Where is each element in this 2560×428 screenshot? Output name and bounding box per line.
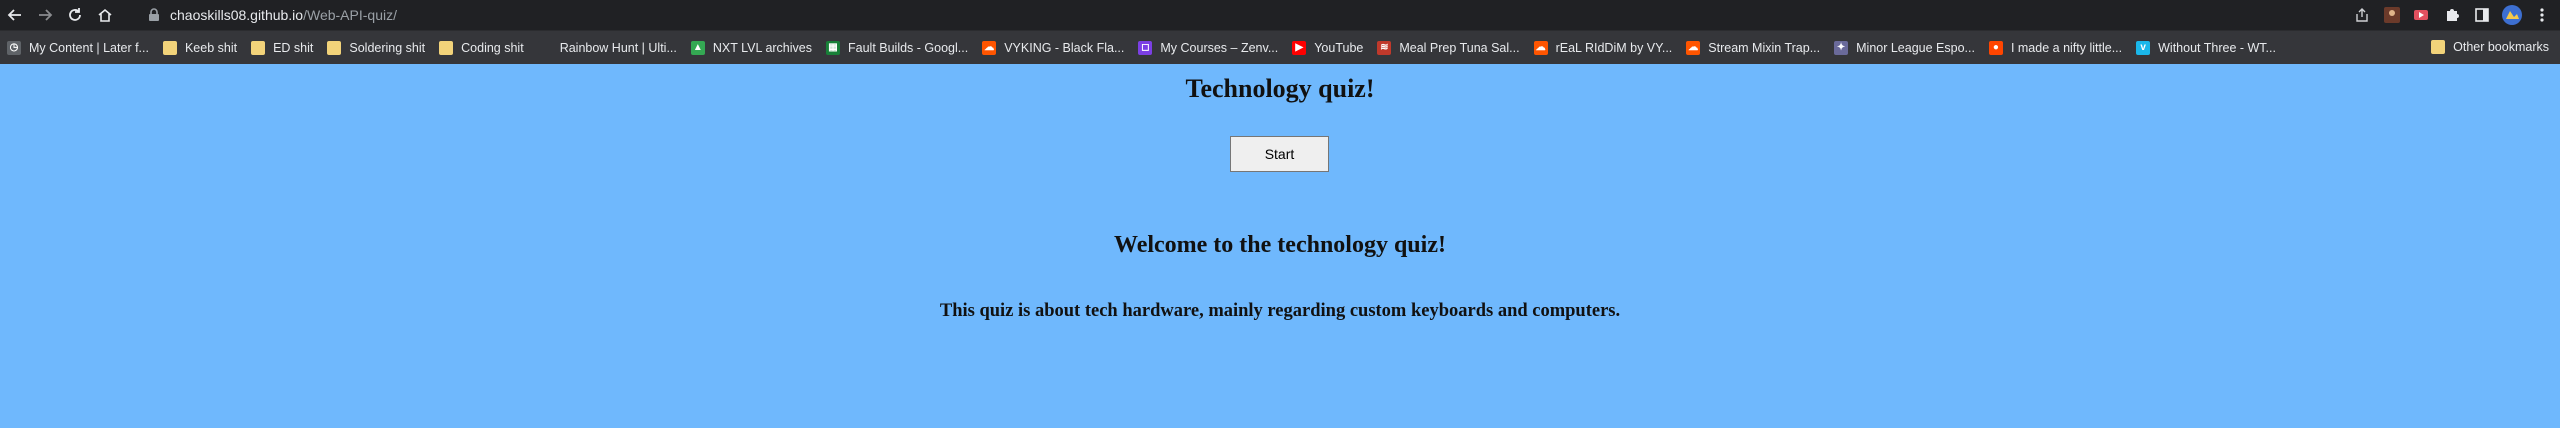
- recipe-icon: ≋: [1377, 40, 1392, 55]
- side-panel-icon[interactable]: [2472, 5, 2492, 25]
- bookmark-label: YouTube: [1314, 40, 1364, 55]
- later-icon: ◷: [7, 40, 21, 55]
- mle-icon: ✦: [1834, 40, 1849, 55]
- browser-toolbar: chaoskills08.github.io/Web-API-quiz/: [0, 0, 2560, 30]
- bookmark-label: Minor League Espo...: [1856, 40, 1975, 55]
- bookmark-label: Keeb shit: [184, 40, 238, 55]
- bookmark-label: I made a nifty little...: [2010, 40, 2123, 55]
- reload-icon: [69, 8, 81, 21]
- bookmark-item[interactable]: Rainbow Hunt | Ulti...: [531, 35, 684, 61]
- bookmark-item[interactable]: ◷ My Content | Later f...: [0, 35, 156, 61]
- bookmark-item[interactable]: Coding shit: [432, 35, 531, 61]
- address-bar[interactable]: chaoskills08.github.io/Web-API-quiz/: [140, 2, 2410, 28]
- bookmark-label: Rainbow Hunt | Ulti...: [559, 40, 677, 55]
- forward-button[interactable]: [30, 0, 60, 30]
- zenva-icon: ◻: [1138, 40, 1153, 55]
- url-path: /Web-API-quiz/: [303, 7, 397, 23]
- home-icon: [98, 8, 112, 22]
- bookmark-item[interactable]: v Without Three - WT...: [2129, 35, 2283, 61]
- bookmark-label: Meal Prep Tuna Sal...: [1399, 40, 1520, 55]
- reload-button[interactable]: [60, 0, 90, 30]
- bookmark-label: My Courses – Zenv...: [1160, 40, 1279, 55]
- folder-icon: [162, 40, 177, 55]
- bookmark-item[interactable]: ☁ Stream Mixin Trap...: [1679, 35, 1827, 61]
- quiz-description: This quiz is about tech hardware, mainly…: [939, 301, 1621, 321]
- share-icon[interactable]: [2352, 5, 2372, 25]
- bookmark-item[interactable]: ▦ Fault Builds - Googl...: [819, 35, 975, 61]
- back-button[interactable]: [0, 0, 30, 30]
- menu-dots-icon[interactable]: [2532, 5, 2552, 25]
- bookmark-item[interactable]: ◻ My Courses – Zenv...: [1131, 35, 1285, 61]
- vimeo-icon: v: [2136, 40, 2151, 55]
- bookmark-label: Without Three - WT...: [2158, 40, 2276, 55]
- bookmark-item[interactable]: ☁ VYKING - Black Fla...: [975, 35, 1131, 61]
- home-button[interactable]: [90, 0, 120, 30]
- bookmark-item[interactable]: ✦ Minor League Espo...: [1827, 35, 1982, 61]
- bookmark-item[interactable]: ▲ NXT LVL archives: [684, 35, 819, 61]
- folder-icon: [2431, 40, 2446, 54]
- profile-avatar-icon[interactable]: [2502, 5, 2522, 25]
- bookmark-item[interactable]: ≋ Meal Prep Tuna Sal...: [1370, 35, 1526, 61]
- back-arrow-icon: [7, 9, 21, 21]
- reddit-icon: ●: [1988, 40, 2003, 55]
- other-bookmarks-button[interactable]: Other bookmarks: [2424, 34, 2556, 60]
- bookmark-item[interactable]: ● I made a nifty little...: [1982, 35, 2129, 61]
- bookmark-label: VYKING - Black Fla...: [1004, 40, 1125, 55]
- soundcloud-icon: ☁: [1533, 40, 1548, 55]
- extension-red-icon[interactable]: [2412, 5, 2432, 25]
- url-host: chaoskills08.github.io: [170, 7, 304, 23]
- quiz-page: Technology quiz! Start Welcome to the te…: [0, 64, 2560, 428]
- soundcloud-icon: ☁: [1686, 40, 1701, 55]
- url-text: chaoskills08.github.io/Web-API-quiz/: [170, 7, 397, 23]
- bookmark-item[interactable]: Soldering shit: [320, 35, 432, 61]
- bookmarks-bar: ◷ My Content | Later f... Keeb shit ED shit…: [0, 30, 2560, 64]
- extension-avatar-icon[interactable]: [2382, 5, 2402, 25]
- lock-icon[interactable]: [146, 7, 162, 23]
- folder-icon: [327, 40, 342, 55]
- folder-icon: [251, 40, 266, 55]
- drive-icon: ▲: [690, 40, 705, 55]
- start-button[interactable]: Start: [1230, 136, 1329, 172]
- welcome-heading: Welcome to the technology quiz!: [1114, 232, 1446, 258]
- page-title: Technology quiz!: [1185, 74, 1375, 103]
- bookmark-item[interactable]: ☁ rEaL RIdDiM by VY...: [1527, 35, 1680, 61]
- blank-icon: [537, 40, 552, 55]
- soundcloud-icon: ☁: [982, 40, 997, 55]
- bookmark-label: rEaL RIdDiM by VY...: [1555, 40, 1673, 55]
- bookmark-label: My Content | Later f...: [29, 40, 149, 55]
- bookmark-label: Stream Mixin Trap...: [1708, 40, 1821, 55]
- bookmark-label: NXT LVL archives: [712, 40, 812, 55]
- bookmark-label: Fault Builds - Googl...: [848, 40, 969, 55]
- sheets-icon: ▦: [826, 40, 840, 55]
- extensions-puzzle-icon[interactable]: [2442, 5, 2462, 25]
- bookmark-item[interactable]: ED shit: [244, 35, 320, 61]
- forward-arrow-icon: [39, 9, 53, 21]
- folder-icon: [439, 40, 454, 55]
- bookmark-label: Coding shit: [461, 40, 524, 55]
- bookmark-label: Soldering shit: [349, 40, 426, 55]
- bookmark-item[interactable]: ▶ YouTube: [1285, 35, 1370, 61]
- other-bookmarks-label: Other bookmarks: [2453, 40, 2549, 54]
- bookmark-label: ED shit: [273, 40, 314, 55]
- youtube-icon: ▶: [1292, 40, 1307, 55]
- bookmark-item[interactable]: Keeb shit: [156, 35, 244, 61]
